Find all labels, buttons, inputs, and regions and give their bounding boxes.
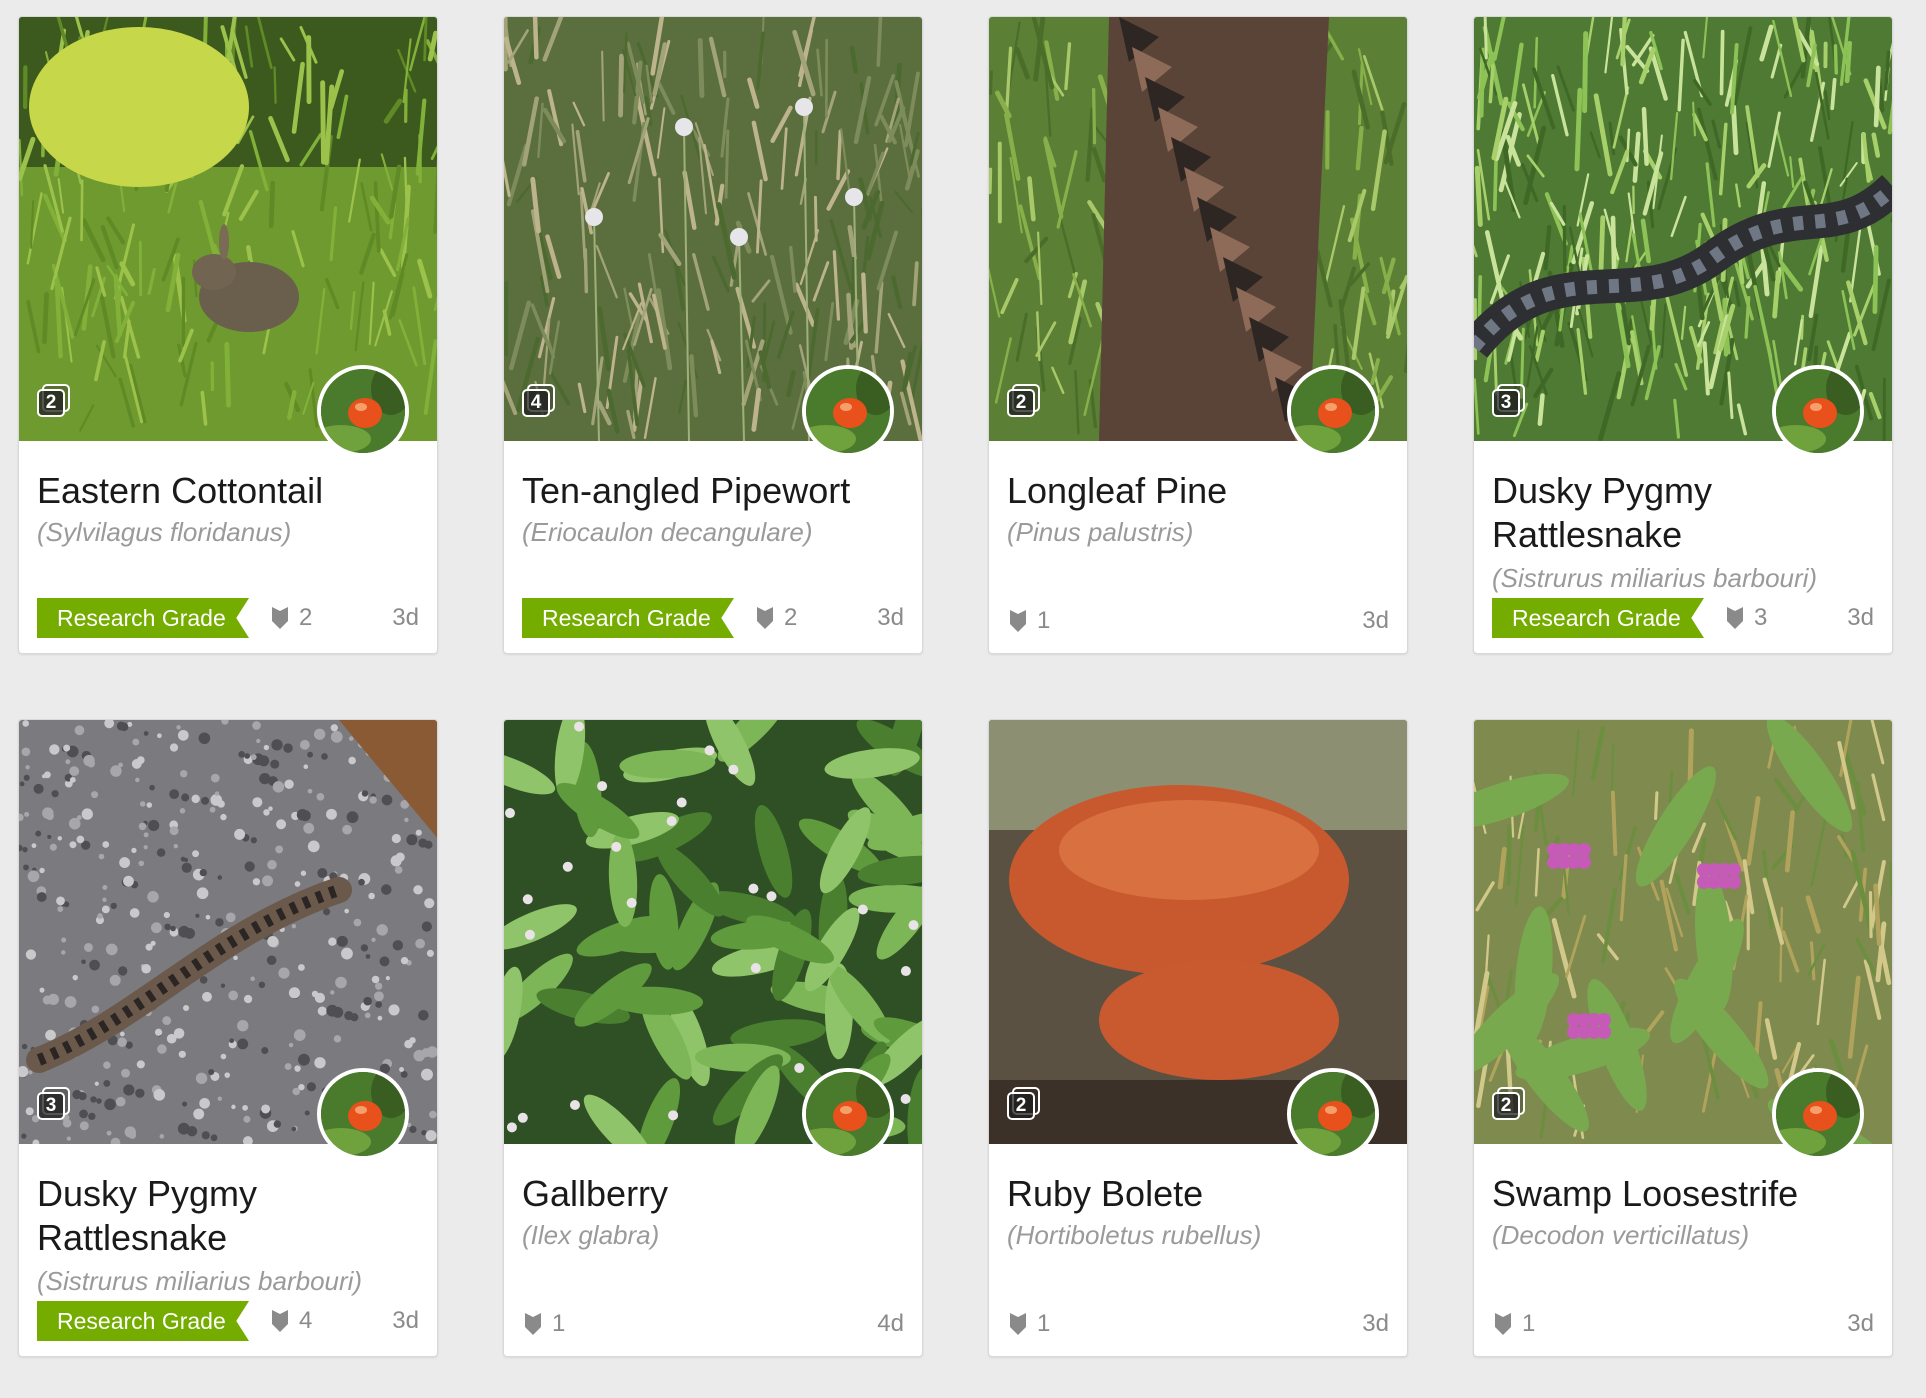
user-avatar[interactable] — [1287, 1068, 1379, 1160]
identification-count-value: 2 — [784, 604, 798, 631]
identification-count: 3 — [1726, 604, 1767, 632]
observation-card[interactable]: 2 Longleaf Pine (Pinus palustris) 1 3d — [988, 16, 1408, 654]
observation-age: 3d — [1362, 1310, 1389, 1337]
scientific-name: (Pinus palustris) — [1007, 517, 1194, 547]
user-avatar[interactable] — [317, 365, 409, 457]
observation-age: 3d — [1847, 1310, 1874, 1337]
identification-count: 2 — [271, 604, 312, 632]
observation-card[interactable]: 3 Dusky Pygmy Rattlesnake (Sistrurus mil… — [18, 719, 438, 1357]
identification-icon — [272, 607, 288, 629]
identification-count: 1 — [1009, 1310, 1050, 1338]
user-avatar[interactable] — [1772, 365, 1864, 457]
identification-icon — [1010, 1313, 1026, 1335]
identification-count: 1 — [1494, 1310, 1535, 1338]
scientific-name: (Hortiboletus rubellus) — [1007, 1220, 1262, 1250]
observation-age: 3d — [392, 1307, 419, 1334]
identification-count: 1 — [524, 1310, 565, 1338]
avatar-image — [321, 1072, 405, 1156]
scientific-name: (Sistrurus miliarius barbouri) — [37, 1266, 363, 1296]
card-footer: 1 3d — [1007, 601, 1389, 641]
observation-age: 3d — [392, 604, 419, 631]
photo-count-badge: 3 — [37, 1087, 70, 1120]
scientific-name: (Sistrurus miliarius barbouri) — [1492, 563, 1818, 593]
avatar-image — [806, 1072, 890, 1156]
research-grade-badge: Research Grade — [37, 1301, 249, 1341]
common-name[interactable]: Eastern Cottontail — [37, 469, 417, 513]
identification-count-value: 4 — [299, 1307, 313, 1334]
scientific-name: (Decodon verticillatus) — [1492, 1220, 1750, 1250]
identification-count: 1 — [1009, 607, 1050, 635]
observation-card[interactable]: 2 Eastern Cottontail (Sylvilagus florida… — [18, 16, 438, 654]
photo-count-value: 4 — [522, 389, 550, 417]
avatar-image — [1291, 1072, 1375, 1156]
photo-count-badge: 2 — [1492, 1087, 1525, 1120]
common-name[interactable]: Longleaf Pine — [1007, 469, 1387, 513]
research-grade-badge: Research Grade — [522, 598, 734, 638]
observation-card[interactable]: 2 Ruby Bolete (Hortiboletus rubellus) 1 … — [988, 719, 1408, 1357]
scientific-name: (Sylvilagus floridanus) — [37, 517, 292, 547]
avatar-image — [321, 369, 405, 453]
research-grade-badge: Research Grade — [1492, 598, 1704, 638]
photo-count-value: 3 — [37, 1092, 65, 1120]
photo-count-badge: 2 — [1007, 1087, 1040, 1120]
photo-count-badge: 2 — [37, 384, 70, 417]
observation-card[interactable]: 3 Dusky Pygmy Rattlesnake (Sistrurus mil… — [1473, 16, 1893, 654]
identification-count-value: 1 — [1037, 607, 1051, 634]
observation-age: 3d — [1847, 604, 1874, 631]
common-name[interactable]: Swamp Loosestrife — [1492, 1172, 1872, 1216]
identification-count: 2 — [756, 604, 797, 632]
identification-count-value: 1 — [1522, 1310, 1536, 1337]
identification-icon — [1010, 610, 1026, 632]
identification-icon — [525, 1313, 541, 1335]
common-name[interactable]: Ruby Bolete — [1007, 1172, 1387, 1216]
observation-age: 3d — [1362, 607, 1389, 634]
observation-age: 3d — [877, 604, 904, 631]
common-name[interactable]: Dusky Pygmy Rattlesnake — [1492, 469, 1872, 557]
identification-icon — [1727, 607, 1743, 629]
common-name[interactable]: Gallberry — [522, 1172, 902, 1216]
card-footer: Research Grade 3 3d — [1492, 598, 1874, 638]
user-avatar[interactable] — [1772, 1068, 1864, 1160]
card-footer: Research Grade 2 3d — [37, 598, 419, 638]
photo-count-badge: 2 — [1007, 384, 1040, 417]
card-footer: 1 4d — [522, 1304, 904, 1344]
avatar-image — [1776, 1072, 1860, 1156]
identification-icon — [757, 607, 773, 629]
research-grade-badge: Research Grade — [37, 598, 249, 638]
identification-icon — [1495, 1313, 1511, 1335]
user-avatar[interactable] — [317, 1068, 409, 1160]
common-name[interactable]: Ten-angled Pipewort — [522, 469, 902, 513]
user-avatar[interactable] — [802, 1068, 894, 1160]
photo-count-value: 3 — [1492, 389, 1520, 417]
scientific-name: (Eriocaulon decangulare) — [522, 517, 813, 547]
photo-count-value: 2 — [37, 389, 65, 417]
identification-count-value: 1 — [1037, 1310, 1051, 1337]
scientific-name: (Ilex glabra) — [522, 1220, 660, 1250]
identification-count: 4 — [271, 1307, 312, 1335]
user-avatar[interactable] — [802, 365, 894, 457]
avatar-image — [1776, 369, 1860, 453]
observation-card[interactable]: Gallberry (Ilex glabra) 1 4d — [503, 719, 923, 1357]
card-footer: 1 3d — [1007, 1304, 1389, 1344]
identification-icon — [272, 1310, 288, 1332]
card-footer: 1 3d — [1492, 1304, 1874, 1344]
photo-count-value: 2 — [1007, 1092, 1035, 1120]
card-footer: Research Grade 2 3d — [522, 598, 904, 638]
common-name[interactable]: Dusky Pygmy Rattlesnake — [37, 1172, 417, 1260]
card-footer: Research Grade 4 3d — [37, 1301, 419, 1341]
identification-count-value: 1 — [552, 1310, 566, 1337]
observation-card[interactable]: 2 Swamp Loosestrife (Decodon verticillat… — [1473, 719, 1893, 1357]
observation-age: 4d — [877, 1310, 904, 1337]
observation-grid: 2 Eastern Cottontail (Sylvilagus florida… — [0, 0, 1926, 1398]
photo-count-badge: 3 — [1492, 384, 1525, 417]
avatar-image — [806, 369, 890, 453]
identification-count-value: 3 — [1754, 604, 1768, 631]
observation-card[interactable]: 4 Ten-angled Pipewort (Eriocaulon decang… — [503, 16, 923, 654]
photo-count-badge: 4 — [522, 384, 555, 417]
photo-count-value: 2 — [1492, 1092, 1520, 1120]
photo-count-value: 2 — [1007, 389, 1035, 417]
user-avatar[interactable] — [1287, 365, 1379, 457]
identification-count-value: 2 — [299, 604, 313, 631]
avatar-image — [1291, 369, 1375, 453]
